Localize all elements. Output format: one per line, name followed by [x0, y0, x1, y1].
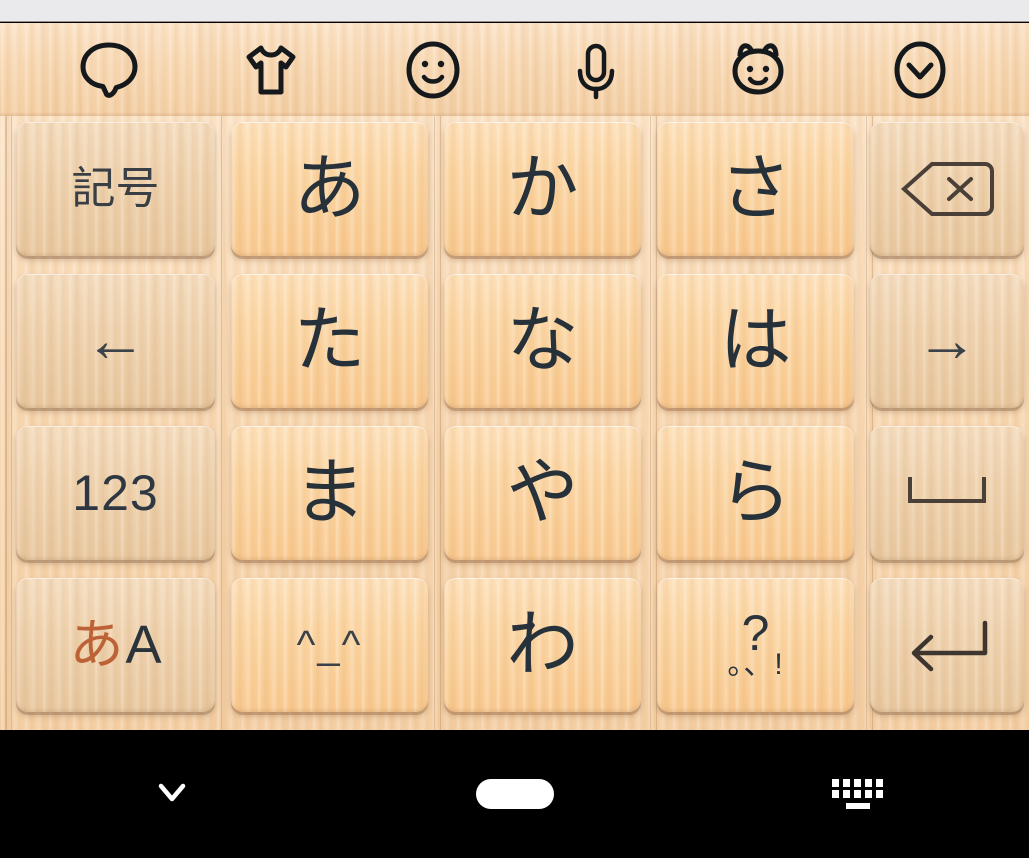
key-backspace[interactable] — [870, 122, 1024, 256]
key-label: ^_^ — [296, 623, 363, 667]
key-label: → — [916, 306, 978, 375]
key-label: あA — [69, 618, 161, 672]
key-ka[interactable]: か — [444, 122, 641, 256]
nav-home-pill[interactable] — [475, 779, 554, 809]
key-row: あA ^_^ わ ? 。、! — [0, 572, 1029, 718]
key-label: な — [506, 301, 579, 381]
key-cursor-left[interactable]: ← — [16, 274, 215, 408]
key-label-kana: あ — [69, 615, 124, 675]
key-label: ら — [719, 453, 792, 533]
key-ya[interactable]: や — [444, 426, 641, 560]
status-strip — [0, 0, 1029, 22]
keyboard-grid: 記号 あ か さ ← た な は → 123 ま や ら あ A ^_^ わ ?… — [0, 116, 1029, 730]
key-label-question: ? — [741, 604, 770, 661]
key-label: わ — [506, 605, 579, 685]
key-symbols[interactable]: 記号 — [16, 122, 215, 256]
key-sa[interactable]: さ — [657, 122, 854, 256]
speech-bubble-icon[interactable] — [65, 26, 153, 114]
tshirt-icon[interactable] — [227, 26, 315, 114]
key-label: や — [506, 453, 579, 533]
nav-slot-home — [343, 779, 686, 809]
key-label-marks: 。、! — [727, 647, 784, 681]
nav-slot-switch — [686, 779, 1029, 809]
key-label: あ — [293, 149, 366, 229]
chevron-down-circle-icon[interactable] — [876, 26, 964, 114]
microphone-icon[interactable] — [552, 26, 640, 114]
key-numbers[interactable]: 123 — [16, 426, 215, 560]
key-cursor-right[interactable]: → — [870, 274, 1024, 408]
key-label: た — [293, 301, 366, 381]
key-a[interactable]: あ — [231, 122, 428, 256]
key-language-toggle[interactable]: あA — [16, 578, 215, 712]
key-space[interactable] — [870, 426, 1024, 560]
key-label: か — [506, 149, 579, 229]
key-na[interactable]: な — [444, 274, 641, 408]
key-ra[interactable]: ら — [657, 426, 854, 560]
key-label: ま — [293, 453, 366, 533]
key-row: ← た な は → — [0, 268, 1029, 414]
enter-icon — [911, 620, 988, 672]
key-label-latin: A — [125, 615, 162, 675]
key-ta[interactable]: た — [231, 274, 428, 408]
backspace-icon — [900, 162, 994, 216]
key-row: 記号 あ か さ — [0, 116, 1029, 262]
bear-face-icon[interactable] — [714, 26, 802, 114]
key-label: ← — [84, 306, 147, 375]
space-icon — [908, 477, 986, 503]
keyboard-screen: 記号 あ か さ ← た な は → 123 ま や ら あ A ^_^ わ ?… — [0, 0, 1029, 858]
nav-keyboard-switch-icon[interactable] — [832, 779, 883, 809]
key-ma[interactable]: ま — [231, 426, 428, 560]
key-enter[interactable] — [870, 578, 1024, 712]
key-kaomoji[interactable]: ^_^ — [231, 578, 428, 712]
key-label: ? 。、! — [727, 604, 784, 681]
key-wa[interactable]: わ — [444, 578, 641, 712]
key-punctuation[interactable]: ? 。、! — [657, 578, 854, 712]
key-row: 123 ま や ら — [0, 420, 1029, 566]
key-label: 123 — [72, 465, 159, 521]
key-label: は — [719, 301, 792, 381]
key-label: さ — [719, 149, 792, 229]
android-navigation-bar — [0, 730, 1029, 858]
nav-slot-back — [0, 777, 343, 812]
smiley-face-icon[interactable] — [389, 26, 477, 114]
key-label: 記号 — [71, 164, 160, 213]
nav-back-chevron-icon[interactable] — [150, 777, 194, 812]
keyboard-toolbar — [0, 23, 1029, 116]
key-ha[interactable]: は — [657, 274, 854, 408]
